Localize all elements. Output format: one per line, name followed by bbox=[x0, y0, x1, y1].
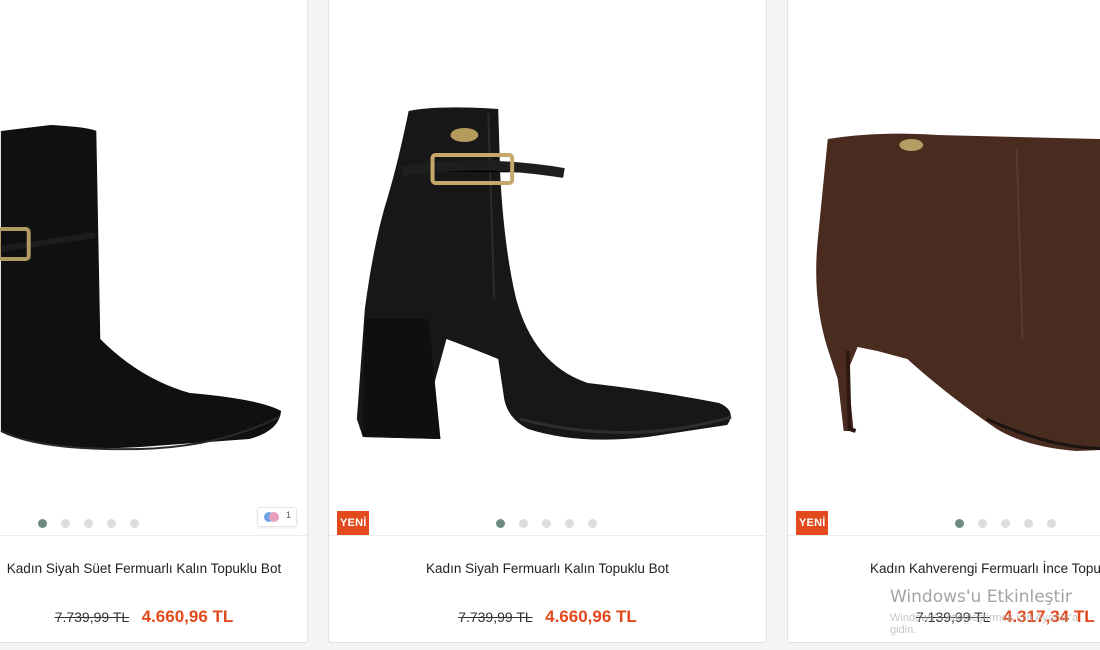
carousel-dot[interactable] bbox=[130, 519, 139, 528]
color-swatch-icon bbox=[269, 512, 279, 522]
carousel-dot[interactable] bbox=[496, 519, 505, 528]
carousel-dot[interactable] bbox=[84, 519, 93, 528]
new-badge: YENİ bbox=[337, 511, 370, 535]
product-card[interactable]: YENİ Kadın Kahverengi Fermuarlı İnce Top… bbox=[787, 0, 1100, 643]
old-price: 7.739,99 TL bbox=[54, 609, 130, 625]
carousel-dot[interactable] bbox=[955, 519, 964, 528]
carousel-dot[interactable] bbox=[1047, 519, 1056, 528]
divider bbox=[329, 535, 766, 536]
carousel-dot[interactable] bbox=[565, 519, 574, 528]
product-image[interactable]: YENİ bbox=[329, 0, 766, 536]
divider bbox=[0, 535, 307, 536]
image-carousel-dots bbox=[496, 519, 597, 528]
price-row: 7.739,99 TL 4.660,96 TL bbox=[0, 607, 307, 627]
product-card[interactable]: YENİ Kadın Siyah Fermuarlı Kalın Topuklu… bbox=[328, 0, 767, 643]
color-count: 1 bbox=[285, 510, 291, 520]
divider bbox=[788, 535, 1100, 536]
windows-activation-watermark: Windows'u Etkinleştir bbox=[890, 587, 1072, 607]
carousel-dot[interactable] bbox=[519, 519, 528, 528]
discounted-price: 4.660,96 TL bbox=[545, 607, 637, 626]
old-price: 7.739,99 TL bbox=[458, 609, 533, 625]
color-variant-chip[interactable]: 1 bbox=[257, 507, 297, 527]
product-title[interactable]: Kadın Siyah Süet Fermuarlı Kalın Topuklu… bbox=[0, 561, 307, 576]
product-image[interactable]: YENİ bbox=[788, 0, 1100, 536]
product-title[interactable]: Kadın Kahverengi Fermuarlı İnce Topuklu … bbox=[870, 561, 1100, 576]
discounted-price: 4.660,96 TL bbox=[141, 607, 234, 626]
product-image[interactable]: 1 bbox=[0, 0, 307, 536]
image-carousel-dots bbox=[955, 519, 1056, 528]
product-card[interactable]: 1 Kadın Siyah Süet Fermuarlı Kalın Topuk… bbox=[0, 0, 308, 643]
carousel-dot[interactable] bbox=[1001, 519, 1010, 528]
price-row: 7.739,99 TL 4.660,96 TL bbox=[329, 607, 766, 627]
carousel-dot[interactable] bbox=[38, 519, 47, 528]
carousel-dot[interactable] bbox=[1024, 519, 1033, 528]
carousel-dot[interactable] bbox=[107, 519, 116, 528]
windows-activation-subtitle: Windows'u etkinleştirmek için Ayarlar'a … bbox=[890, 612, 1079, 636]
product-title[interactable]: Kadın Siyah Fermuarlı Kalın Topuklu Bot bbox=[329, 561, 766, 576]
new-badge: YENİ bbox=[796, 511, 829, 535]
carousel-dot[interactable] bbox=[61, 519, 70, 528]
carousel-dot[interactable] bbox=[542, 519, 551, 528]
image-carousel-dots bbox=[38, 519, 139, 528]
carousel-dot[interactable] bbox=[588, 519, 597, 528]
carousel-dot[interactable] bbox=[978, 519, 987, 528]
